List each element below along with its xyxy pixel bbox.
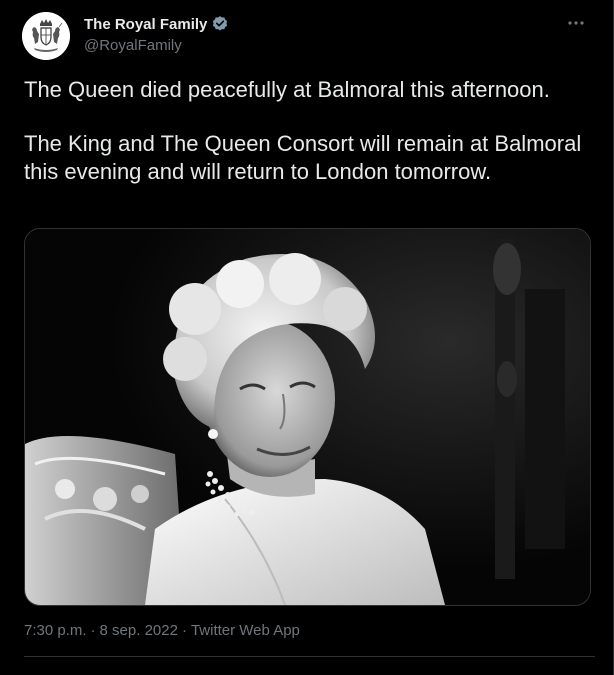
queen-portrait-photo bbox=[25, 229, 590, 605]
tweet-date[interactable]: 8 sep. 2022 bbox=[100, 622, 178, 639]
author-name-row[interactable]: The Royal Family bbox=[84, 15, 229, 33]
tweet-photo[interactable] bbox=[24, 228, 591, 606]
author-handle[interactable]: @RoyalFamily bbox=[84, 37, 182, 54]
more-options-button[interactable] bbox=[565, 12, 587, 34]
meta-separator: · bbox=[181, 622, 187, 639]
tweet-text-paragraph-1: The Queen died peacefully at Balmoral th… bbox=[24, 77, 550, 102]
tweet-article[interactable]: The Royal Family @RoyalFamily The Queen … bbox=[0, 0, 614, 675]
meta-separator: · bbox=[90, 622, 96, 639]
author-display-name[interactable]: The Royal Family bbox=[84, 16, 207, 33]
tweet-time[interactable]: 7:30 p.m. bbox=[24, 622, 87, 639]
tweet-source[interactable]: Twitter Web App bbox=[191, 622, 300, 639]
more-horizontal-icon bbox=[568, 21, 584, 25]
author-avatar[interactable] bbox=[22, 12, 70, 60]
tweet-text-paragraph-2: The King and The Queen Consort will rema… bbox=[24, 131, 582, 184]
tweet-text: The Queen died peacefully at Balmoral th… bbox=[24, 76, 594, 186]
tweet-meta: 7:30 p.m. · 8 sep. 2022 · Twitter Web Ap… bbox=[24, 622, 300, 639]
royal-coat-of-arms-icon bbox=[22, 12, 70, 60]
divider bbox=[24, 656, 595, 657]
verified-badge-icon bbox=[213, 16, 228, 31]
